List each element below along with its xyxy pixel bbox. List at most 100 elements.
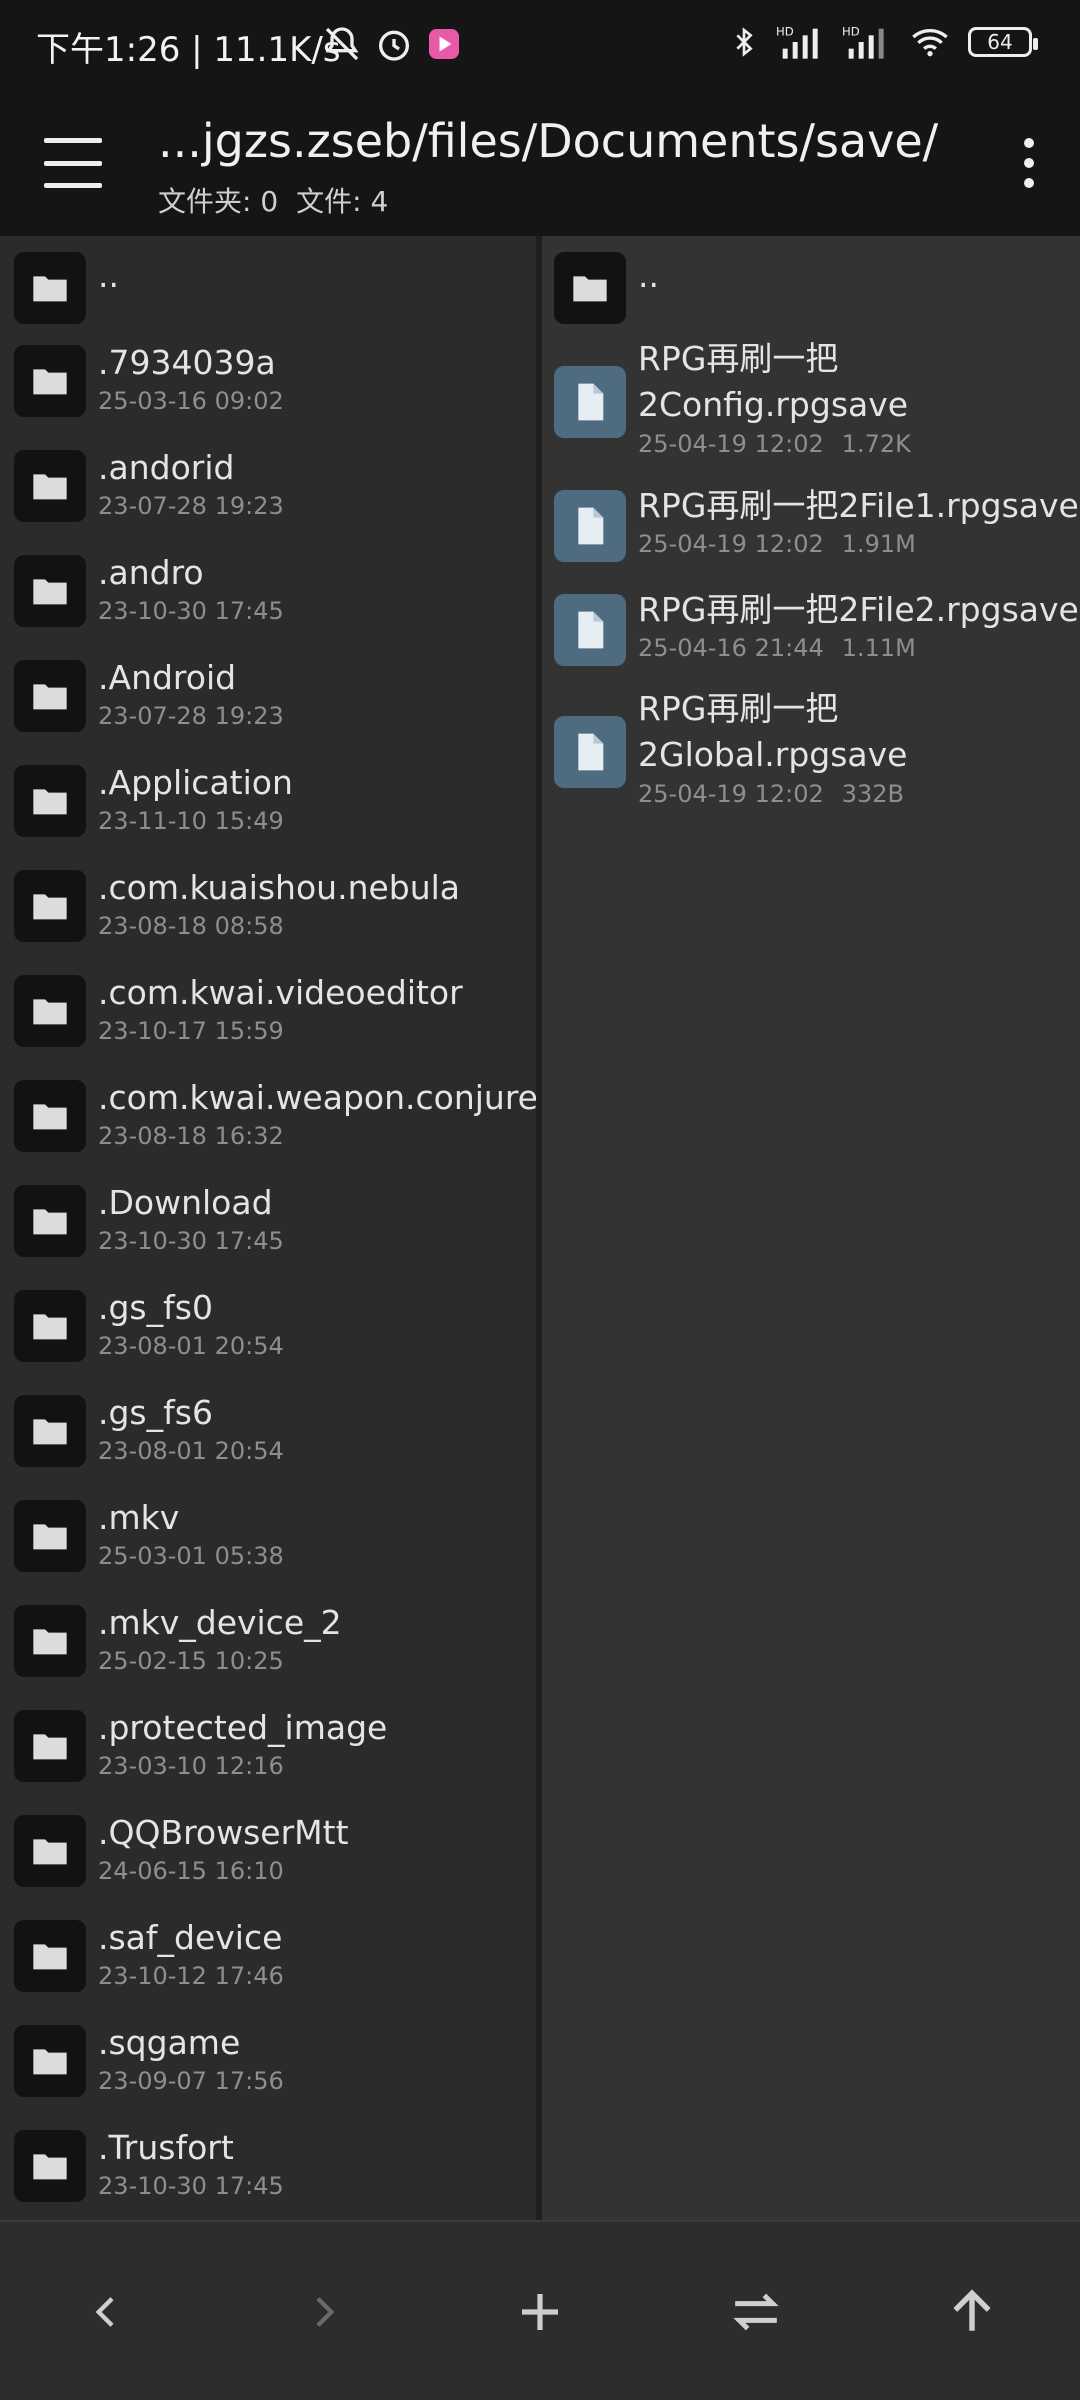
file-meta: 25-04-19 12:02 1.91M [638, 528, 1079, 560]
folder-meta: 25-03-16 09:02 [98, 385, 284, 417]
folder-meta: 23-10-12 17:46 [98, 1960, 284, 1992]
folder-icon [14, 1080, 86, 1152]
path-summary: 文件夹: 0 文件: 4 [158, 180, 388, 220]
folder-icon [14, 660, 86, 732]
folder-icon [14, 1710, 86, 1782]
folder-name: .saf_device [98, 1918, 283, 1957]
folder-meta: 23-07-28 19:23 [98, 490, 284, 522]
folder-row[interactable]: .andorid 23-07-28 19:23 [0, 436, 536, 541]
folder-name: .mkv [98, 1498, 180, 1537]
folder-icon [14, 975, 86, 1047]
forward-icon[interactable] [283, 2272, 363, 2352]
folder-icon [554, 252, 626, 324]
file-row[interactable]: RPG再刷一把2File1.rpgsave 25-04-19 12:02 1.91M [542, 476, 1080, 580]
right-pane[interactable]: .. RPG再刷一把2Config.rpgsave 25-04-19 12:02 1… [542, 236, 1080, 2220]
folder-date: 24-06-15 16:10 [98, 1857, 284, 1885]
battery-level: 64 [987, 30, 1013, 54]
file-size: 1.11M [841, 634, 916, 662]
folder-row[interactable]: .protected_image 23-03-10 12:16 [0, 1696, 536, 1801]
folder-icon [14, 450, 86, 522]
folder-row[interactable]: .Trusfort 23-10-30 17:45 [0, 2116, 536, 2220]
folder-date: 23-11-10 15:49 [98, 807, 284, 835]
folder-row[interactable]: .com.kwai.videoeditor 23-10-17 15:59 [0, 961, 536, 1066]
folder-icon [14, 1920, 86, 1992]
folder-row[interactable]: .Download 23-10-30 17:45 [0, 1171, 536, 1276]
folder-meta: 23-10-30 17:45 [98, 595, 284, 627]
folder-date: 23-08-18 08:58 [98, 912, 284, 940]
folder-row[interactable]: .Application 23-11-10 15:49 [0, 751, 536, 856]
folder-date: 25-03-01 05:38 [98, 1542, 284, 1570]
folder-date: 23-10-30 17:45 [98, 597, 284, 625]
file-icon [554, 366, 626, 438]
folder-icon [14, 1605, 86, 1677]
menu-icon[interactable] [44, 138, 102, 188]
add-icon[interactable] [500, 2272, 580, 2352]
folder-count: 文件夹: 0 [158, 185, 279, 218]
folder-date: 23-08-01 20:54 [98, 1332, 284, 1360]
signal-hd-2-icon: HD [842, 24, 884, 59]
folder-meta: 23-10-17 15:59 [98, 1015, 463, 1047]
file-date: 25-04-19 12:02 [638, 530, 824, 558]
parent-folder-row[interactable]: .. [0, 236, 536, 331]
folder-row[interactable]: .com.kuaishou.nebula 23-08-18 08:58 [0, 856, 536, 961]
folder-name: .andro [98, 553, 204, 592]
folder-name: .mkv_device_2 [98, 1603, 342, 1642]
file-icon [554, 594, 626, 666]
parent-folder-row[interactable]: .. [542, 236, 1080, 336]
parent-folder-label: .. [98, 256, 119, 295]
folder-name: .com.kwai.weapon.conjure [98, 1078, 536, 1117]
left-pane[interactable]: .. .7934039a 25-03-16 09:02 .andorid 23-07-… [0, 236, 536, 2220]
folder-name: .gs_fs0 [98, 1288, 213, 1327]
folder-meta: 25-03-01 05:38 [98, 1540, 284, 1572]
more-options-icon[interactable] [1014, 138, 1044, 188]
up-icon[interactable] [932, 2272, 1012, 2352]
status-icons-right: HD HD 64 [728, 22, 1038, 62]
folder-name: .Trusfort [98, 2128, 234, 2167]
current-path: ...jgzs.zseb/files/Documents/save/ [158, 114, 939, 168]
folder-date: 23-03-10 12:16 [98, 1752, 284, 1780]
folder-name: .Android [98, 658, 237, 697]
file-count: 文件: 4 [296, 185, 389, 218]
file-size: 332B [841, 780, 905, 808]
folder-row[interactable]: .andro 23-10-30 17:45 [0, 541, 536, 646]
folder-meta: 23-03-10 12:16 [98, 1750, 387, 1782]
file-date: 25-04-19 12:02 [638, 780, 824, 808]
folder-date: 23-10-12 17:46 [98, 1962, 284, 1990]
folder-row[interactable]: .mkv_device_2 25-02-15 10:25 [0, 1591, 536, 1696]
folder-name: .Download [98, 1183, 273, 1222]
folder-name: .com.kwai.videoeditor [98, 973, 463, 1012]
file-row[interactable]: RPG再刷一把2Global.rpgsave 25-04-19 12:02 332B [542, 686, 1080, 816]
swap-icon[interactable] [716, 2272, 796, 2352]
signal-hd-1-icon: HD [776, 24, 818, 59]
folder-meta: 23-11-10 15:49 [98, 805, 293, 837]
file-name: RPG再刷一把2Global.rpgsave [638, 689, 908, 774]
folder-row[interactable]: .saf_device 23-10-12 17:46 [0, 1906, 536, 2011]
file-row[interactable]: RPG再刷一把2File2.rpgsave 25-04-16 21:44 1.11M [542, 580, 1080, 686]
back-icon[interactable] [67, 2272, 147, 2352]
folder-row[interactable]: .sqgame 23-09-07 17:56 [0, 2011, 536, 2116]
folder-name: .andorid [98, 448, 235, 487]
bluetooth-icon [736, 27, 753, 57]
svg-text:HD: HD [776, 24, 794, 38]
bell-muted-icon [325, 27, 359, 61]
folder-icon [14, 1395, 86, 1467]
file-size: 1.72K [841, 430, 911, 458]
folder-row[interactable]: .gs_fs6 23-08-01 20:54 [0, 1381, 536, 1486]
folder-row[interactable]: .mkv 25-03-01 05:38 [0, 1486, 536, 1591]
folder-row[interactable]: .QQBrowserMtt 24-06-15 16:10 [0, 1801, 536, 1906]
app-notification-icon [429, 29, 459, 59]
folder-icon [14, 1185, 86, 1257]
file-meta: 25-04-19 12:02 1.72K [638, 428, 1078, 460]
folder-row[interactable]: .7934039a 25-03-16 09:02 [0, 331, 536, 436]
folder-row[interactable]: .Android 23-07-28 19:23 [0, 646, 536, 751]
file-size: 1.91M [841, 530, 916, 558]
file-row[interactable]: RPG再刷一把2Config.rpgsave 25-04-19 12:02 1.72… [542, 336, 1080, 476]
file-icon [554, 716, 626, 788]
folder-row[interactable]: .gs_fs0 23-08-01 20:54 [0, 1276, 536, 1381]
folder-icon [14, 1815, 86, 1887]
file-meta: 25-04-19 12:02 332B [638, 778, 1078, 810]
folder-meta: 23-08-18 16:32 [98, 1120, 536, 1152]
folder-row[interactable]: .com.kwai.weapon.conjure 23-08-18 16:32 [0, 1066, 536, 1171]
folder-name: .QQBrowserMtt [98, 1813, 349, 1852]
folder-date: 23-08-01 20:54 [98, 1437, 284, 1465]
